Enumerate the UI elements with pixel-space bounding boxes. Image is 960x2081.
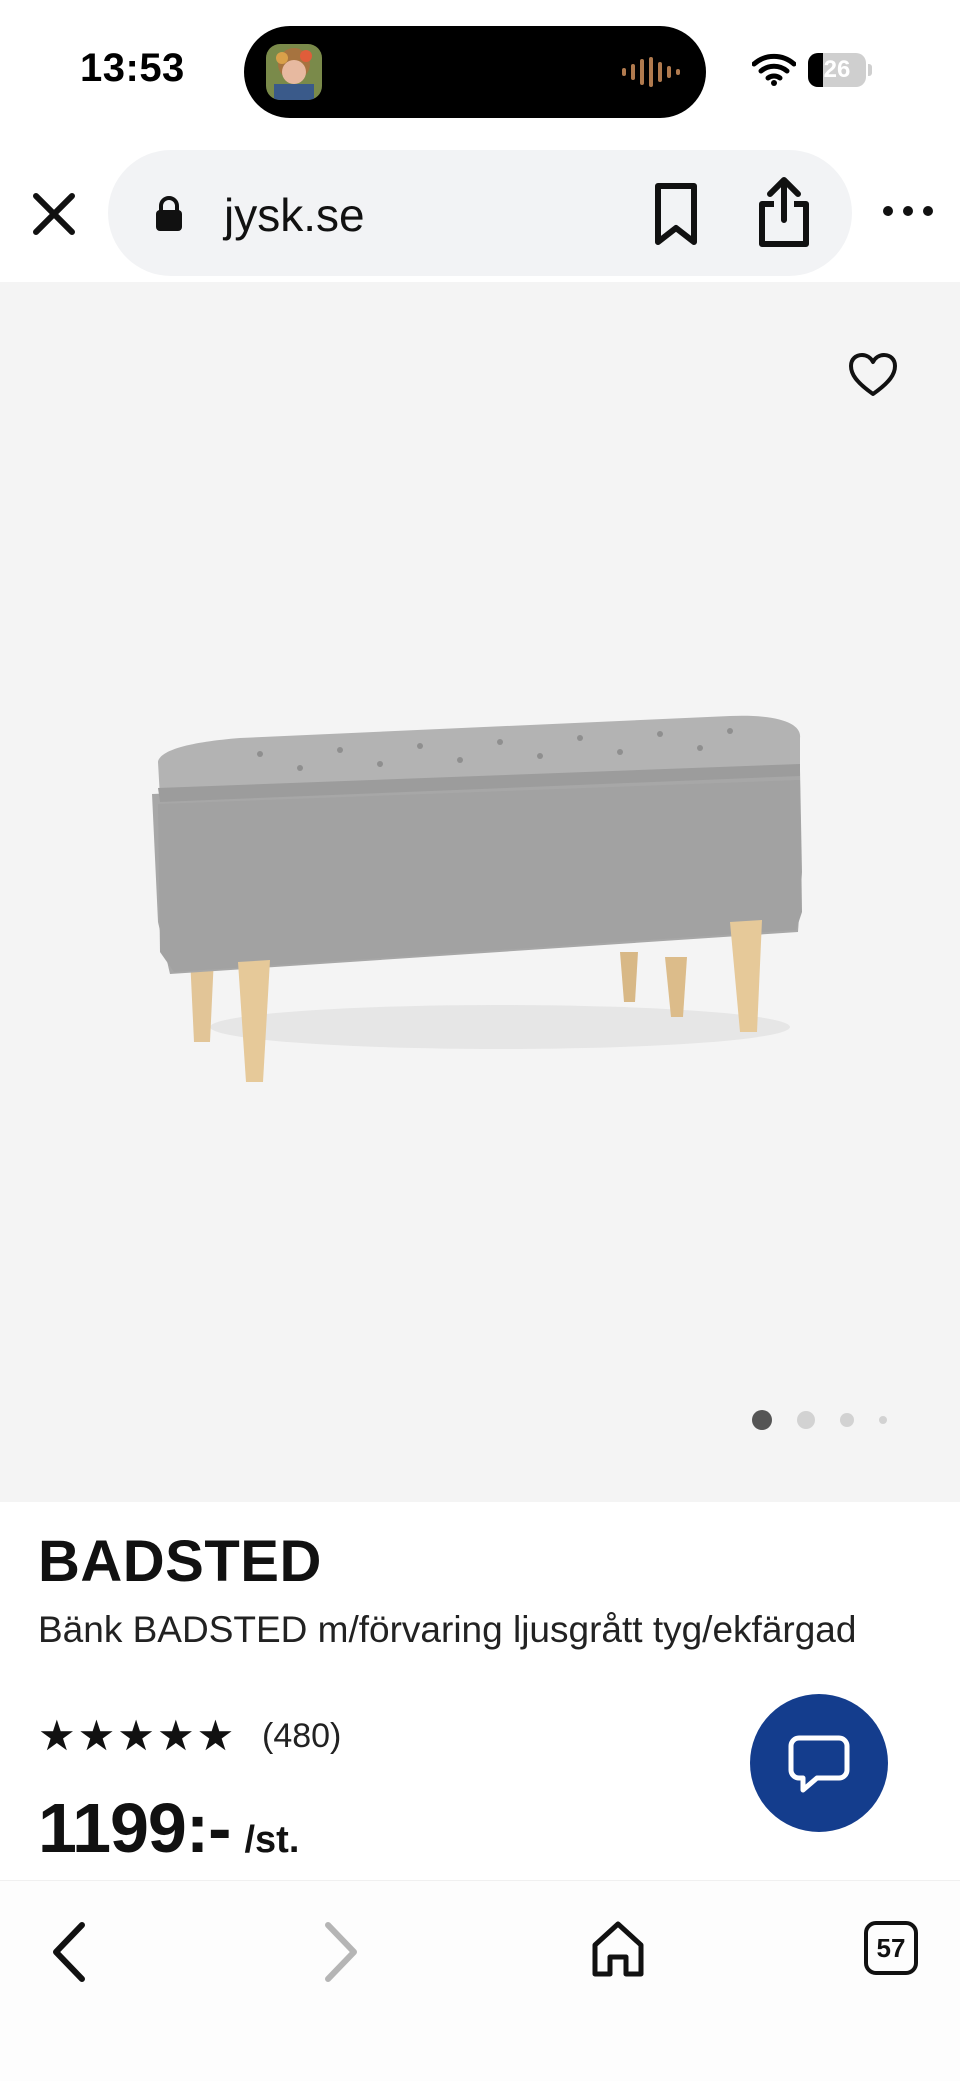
status-bar: 13:53 26	[0, 0, 960, 140]
dynamic-island[interactable]	[244, 26, 706, 118]
audio-waveform-icon	[622, 57, 680, 87]
browser-toolbar: 57	[0, 1880, 960, 2081]
carousel-dot[interactable]	[752, 1410, 772, 1430]
status-time: 13:53	[80, 46, 185, 90]
carousel-dot[interactable]	[840, 1413, 854, 1427]
url-text: jysk.se	[224, 189, 365, 241]
bookmark-icon[interactable]	[648, 182, 704, 246]
price-unit: /st.	[244, 1819, 300, 1861]
browser-bar: jysk.se	[0, 140, 960, 280]
star-rating-icon: ★★★★★ ★★★★★	[38, 1717, 237, 1755]
product-name: BADSTED	[38, 1529, 322, 1594]
carousel-dot[interactable]	[797, 1411, 815, 1429]
product-image	[152, 715, 802, 1082]
heart-icon[interactable]	[848, 352, 898, 398]
back-icon[interactable]	[46, 1917, 92, 1987]
forward-icon[interactable]	[318, 1917, 364, 1987]
share-icon[interactable]	[754, 176, 814, 248]
chat-button[interactable]	[750, 1694, 888, 1832]
wifi-icon	[752, 53, 796, 86]
tabs-button[interactable]: 57	[864, 1921, 918, 1975]
product-rating[interactable]: ★★★★★ ★★★★★ (480)	[38, 1716, 341, 1756]
lock-icon	[156, 196, 182, 231]
live-activity-avatar	[266, 44, 322, 100]
price-value: 1199:-	[38, 1789, 231, 1867]
more-icon[interactable]	[880, 196, 936, 226]
tabs-count: 57	[876, 1933, 906, 1963]
review-count: (480)	[262, 1716, 342, 1755]
close-icon[interactable]	[26, 186, 82, 242]
address-bar[interactable]: jysk.se	[108, 150, 852, 276]
carousel-dot[interactable]	[879, 1416, 887, 1424]
battery-level: 26	[823, 56, 851, 83]
product-image-carousel[interactable]	[0, 282, 960, 1502]
home-icon[interactable]	[590, 1919, 646, 1979]
price: 1199:- /st.	[38, 1788, 299, 1868]
chat-bubble-icon	[788, 1735, 850, 1793]
product-description: Bänk BADSTED m/förvaring ljusgrått tyg/e…	[38, 1609, 857, 1650]
battery-indicator: 26	[808, 53, 872, 87]
